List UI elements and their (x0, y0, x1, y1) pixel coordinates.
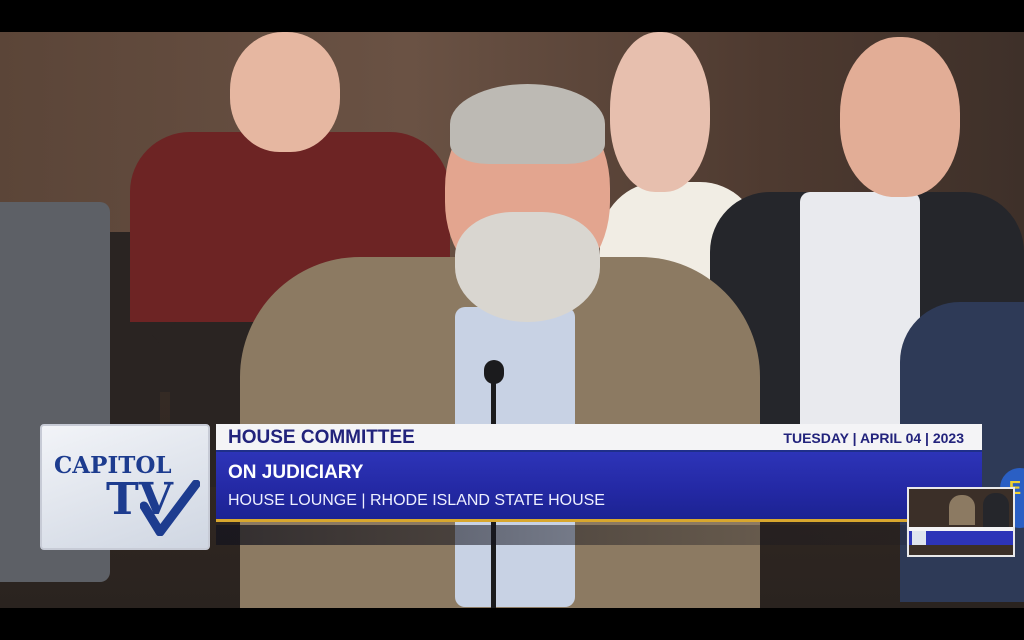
info-panel: ON JUDICIARY HOUSE LOUNGE | RHODE ISLAND… (216, 452, 982, 522)
title-bar: HOUSE COMMITTEE TUESDAY | APRIL 04 | 202… (216, 424, 982, 452)
letterbox-top (0, 0, 1024, 32)
thumb-speaker (949, 495, 975, 525)
capitol-tv-logo: CAPITOL TV (40, 424, 210, 550)
microphone (484, 360, 504, 384)
ticker-bar (216, 525, 906, 545)
headline: HOUSE COMMITTEE (228, 427, 415, 448)
checkmark-icon (140, 480, 200, 536)
committee-name: ON JUDICIARY (228, 462, 364, 483)
letterbox-bottom (0, 608, 1024, 640)
broadcast-date: TUESDAY | APRIL 04 | 2023 (783, 430, 964, 446)
thumb-logo (912, 531, 926, 545)
location-text: HOUSE LOUNGE | RHODE ISLAND STATE HOUSE (228, 492, 605, 509)
lower-third-banner: CAPITOL TV HOUSE COMMITTEE TUESDAY | APR… (40, 424, 984, 552)
thumb-person (983, 493, 1009, 527)
preview-thumbnail[interactable] (907, 487, 1015, 557)
